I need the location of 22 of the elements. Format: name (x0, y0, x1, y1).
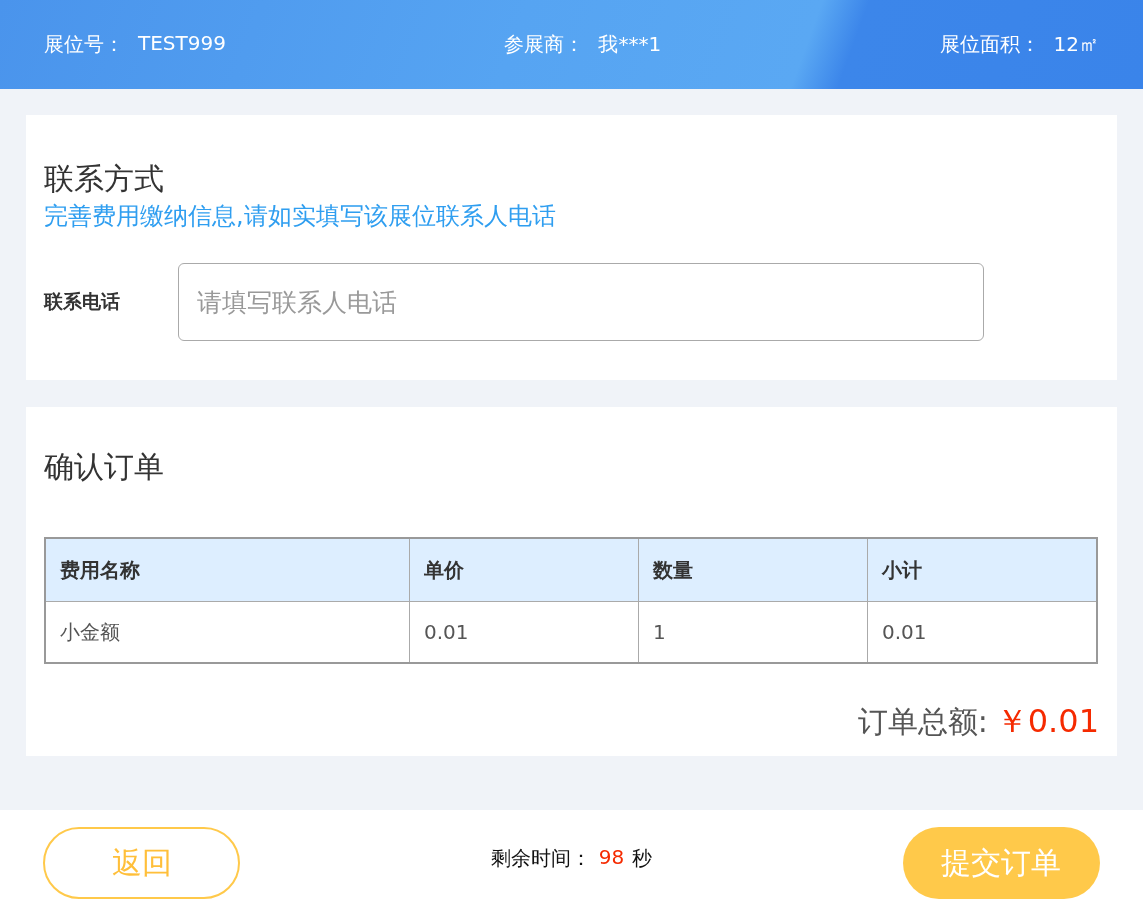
total-label: 订单总额: (857, 703, 988, 741)
column-header: 费用名称 (45, 538, 410, 602)
phone-input-field[interactable]: 请填写联系人电话 (178, 263, 984, 341)
section-title: 联系方式 (44, 160, 165, 198)
header-label: 展位号： (44, 31, 124, 58)
column-header: 小计 (867, 538, 1097, 602)
timer-label: 剩余时间： (490, 844, 591, 872)
contact-hint: 完善费用缴纳信息,请如实填写该展位联系人电话 (44, 201, 557, 232)
header-value: 我***1 (598, 31, 662, 58)
total-amount: ￥0.01 (995, 701, 1099, 742)
column-header: 单价 (409, 538, 639, 602)
header-label: 展位面积： (939, 31, 1040, 58)
column-header: 数量 (638, 538, 868, 602)
section-title: 确认订单 (44, 448, 165, 486)
header-value: 12㎡ (1053, 31, 1099, 58)
timer-unit: 秒 (632, 844, 653, 872)
back-button[interactable]: 返回 (43, 827, 240, 899)
header-value: TEST999 (138, 31, 226, 57)
phone-label: 联系电话 (44, 289, 121, 314)
timer-value: 98 (598, 844, 625, 871)
header-label: 参展商： (504, 31, 585, 58)
submit-button[interactable]: 提交订单 (903, 827, 1100, 899)
